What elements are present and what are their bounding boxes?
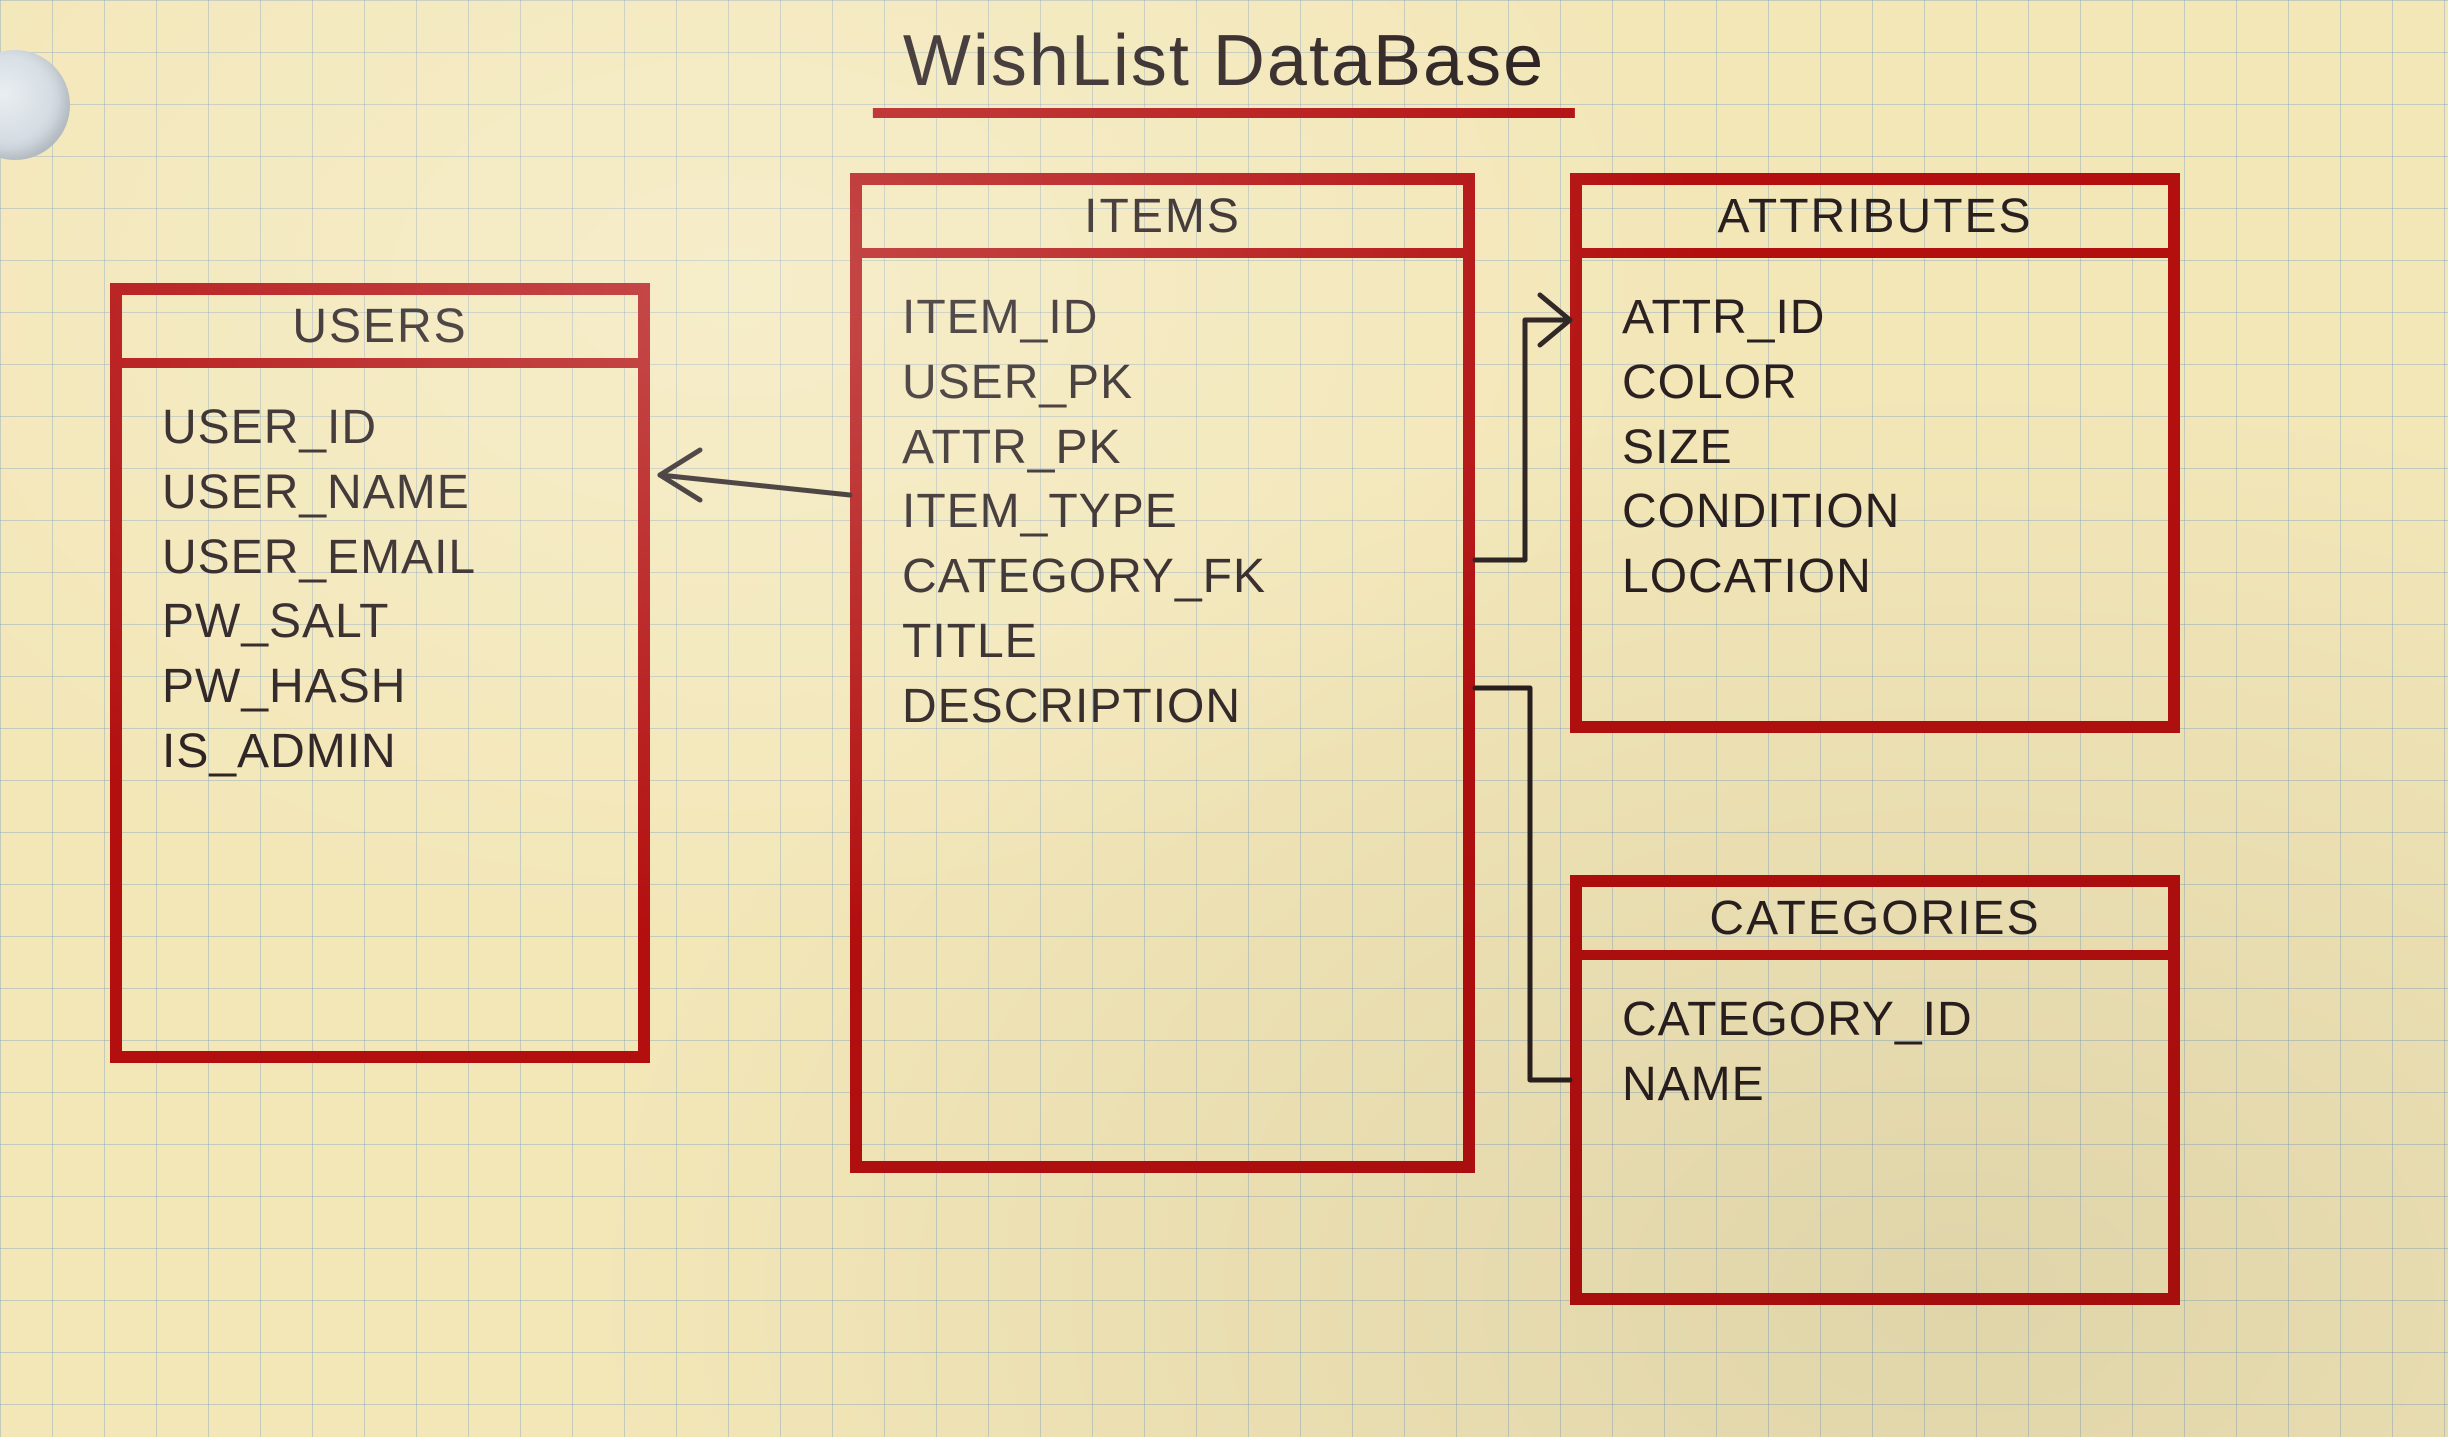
field: PW_HASH xyxy=(162,655,608,720)
paper-hole-punch xyxy=(0,50,70,160)
entity-items-header: ITEMS xyxy=(862,185,1463,258)
field: LOCATION xyxy=(1622,545,2138,610)
field: USER_ID xyxy=(162,396,608,461)
field: PW_SALT xyxy=(162,590,608,655)
entity-categories: CATEGORIES CATEGORY_ID NAME xyxy=(1570,875,2180,1305)
field: CATEGORY_FK xyxy=(902,545,1433,610)
field: CONDITION xyxy=(1622,480,2138,545)
field: COLOR xyxy=(1622,351,2138,416)
field: NAME xyxy=(1622,1053,2138,1118)
entity-items: ITEMS ITEM_ID USER_PK ATTR_PK ITEM_TYPE … xyxy=(850,173,1475,1173)
entity-users: USERS USER_ID USER_NAME USER_EMAIL PW_SA… xyxy=(110,283,650,1063)
field: ATTR_PK xyxy=(902,416,1433,481)
field: CATEGORY_ID xyxy=(1622,988,2138,1053)
entity-categories-body: CATEGORY_ID NAME xyxy=(1582,960,2168,1293)
field: ATTR_ID xyxy=(1622,286,2138,351)
field: ITEM_TYPE xyxy=(902,480,1433,545)
field: IS_ADMIN xyxy=(162,720,608,785)
entity-items-body: ITEM_ID USER_PK ATTR_PK ITEM_TYPE CATEGO… xyxy=(862,258,1463,1161)
entity-users-body: USER_ID USER_NAME USER_EMAIL PW_SALT PW_… xyxy=(122,368,638,1051)
field: USER_NAME xyxy=(162,461,608,526)
entity-attributes-header: ATTRIBUTES xyxy=(1582,185,2168,258)
entity-attributes: ATTRIBUTES ATTR_ID COLOR SIZE CONDITION … xyxy=(1570,173,2180,733)
field: USER_PK xyxy=(902,351,1433,416)
entity-users-header: USERS xyxy=(122,295,638,368)
entity-attributes-body: ATTR_ID COLOR SIZE CONDITION LOCATION xyxy=(1582,258,2168,721)
field: SIZE xyxy=(1622,416,2138,481)
field: ITEM_ID xyxy=(902,286,1433,351)
arrow-items-to-users xyxy=(660,475,850,495)
arrow-items-to-attributes xyxy=(1475,320,1570,560)
field: DESCRIPTION xyxy=(902,675,1433,740)
diagram-title: WishList DataBase xyxy=(873,20,1575,118)
entity-categories-header: CATEGORIES xyxy=(1582,887,2168,960)
arrowhead-icon xyxy=(1540,295,1570,345)
arrowhead-icon xyxy=(660,450,700,500)
field: TITLE xyxy=(902,610,1433,675)
arrow-items-to-categories xyxy=(1475,688,1570,1080)
field: USER_EMAIL xyxy=(162,526,608,591)
